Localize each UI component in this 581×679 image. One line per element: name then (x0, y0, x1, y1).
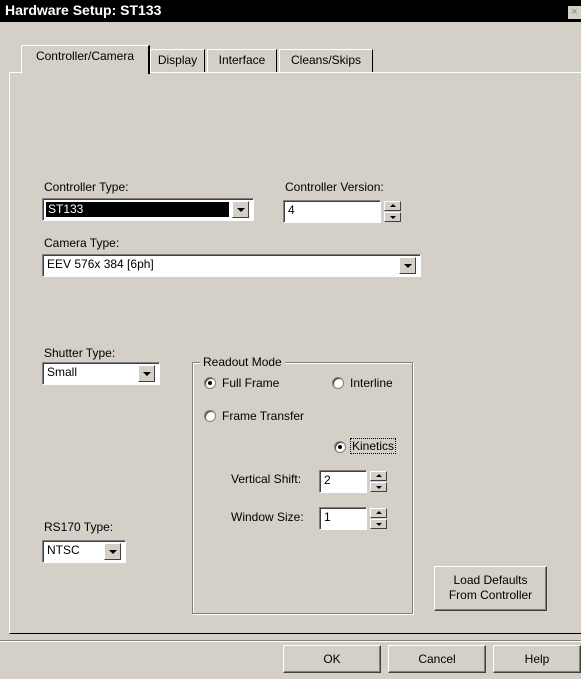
window-size-label: Window Size: (231, 510, 304, 524)
shutter-type-select[interactable]: Small (42, 362, 160, 385)
controller-version-label: Controller Version: (285, 180, 384, 194)
load-defaults-line1: Load Defaults (453, 573, 528, 587)
ok-label: OK (323, 652, 341, 666)
title-bar[interactable]: Hardware Setup: ST133 × (0, 0, 581, 22)
kinetics-label: Kinetics (349, 438, 397, 454)
radio-unchecked-icon (204, 410, 216, 422)
shutter-type-label: Shutter Type: (44, 346, 116, 360)
vertical-shift-field[interactable]: 2 (319, 470, 367, 493)
tab-label: Controller/Camera (35, 49, 135, 63)
controller-type-select[interactable]: ST133 (42, 198, 254, 221)
frame-transfer-label: Frame Transfer (222, 409, 305, 423)
ok-button[interactable]: OK (283, 645, 381, 673)
cancel-label: Cancel (418, 652, 456, 666)
spin-down-icon[interactable] (370, 519, 387, 529)
camera-type-select[interactable]: EEV 576x 384 [6ph] (42, 254, 421, 277)
tab-label: Display (157, 53, 198, 67)
cancel-button[interactable]: Cancel (388, 645, 486, 673)
tab-display[interactable]: Display (150, 49, 205, 73)
spin-down-icon[interactable] (384, 212, 401, 222)
controller-type-value: ST133 (48, 202, 84, 216)
separator (0, 640, 581, 642)
tab-cleans-skips[interactable]: Cleans/Skips (279, 49, 373, 73)
rs170-type-label: RS170 Type: (44, 520, 114, 534)
radio-checked-icon (334, 441, 346, 453)
shutter-type-value: Small (47, 365, 78, 379)
load-defaults-line2: From Controller (448, 588, 533, 602)
spin-down-icon[interactable] (370, 482, 387, 492)
frame-transfer-radio[interactable]: Frame Transfer (204, 409, 334, 425)
chevron-down-icon[interactable] (232, 201, 249, 218)
help-label: Help (524, 652, 550, 666)
close-icon[interactable]: × (568, 6, 581, 19)
controller-type-label: Controller Type: (44, 180, 129, 194)
window-size-field[interactable]: 1 (319, 507, 367, 530)
full-frame-radio[interactable]: Full Frame (204, 376, 304, 392)
spin-up-icon[interactable] (384, 201, 401, 211)
vertical-shift-value: 2 (324, 473, 331, 487)
spin-up-icon[interactable] (370, 508, 387, 518)
kinetics-radio[interactable]: Kinetics (334, 438, 406, 456)
spin-up-icon[interactable] (370, 471, 387, 481)
radio-unchecked-icon (332, 377, 344, 389)
window-title: Hardware Setup: ST133 (5, 2, 162, 18)
tab-controller-camera[interactable]: Controller/Camera (21, 45, 150, 74)
tab-interface[interactable]: Interface (207, 49, 277, 73)
window-size-value: 1 (324, 510, 331, 524)
camera-type-label: Camera Type: (44, 236, 120, 250)
controller-version-field[interactable]: 4 (283, 200, 381, 223)
radio-checked-icon (204, 377, 216, 389)
vertical-shift-label: Vertical Shift: (231, 472, 302, 486)
camera-type-value: EEV 576x 384 [6ph] (47, 257, 154, 271)
readout-mode-label: Readout Mode (200, 355, 285, 369)
chevron-down-icon[interactable] (399, 257, 416, 274)
chevron-down-icon[interactable] (104, 543, 121, 560)
controller-version-value: 4 (288, 203, 295, 217)
rs170-type-select[interactable]: NTSC (42, 540, 126, 563)
chevron-down-icon[interactable] (138, 365, 155, 382)
interline-label: Interline (350, 376, 393, 390)
load-defaults-button[interactable]: Load Defaults From Controller (434, 566, 547, 611)
interline-radio[interactable]: Interline (332, 376, 407, 392)
full-frame-label: Full Frame (222, 376, 280, 390)
help-button[interactable]: Help (493, 645, 581, 673)
rs170-type-value: NTSC (47, 543, 80, 557)
tab-label: Interface (218, 53, 266, 67)
tab-label: Cleans/Skips (290, 53, 362, 67)
